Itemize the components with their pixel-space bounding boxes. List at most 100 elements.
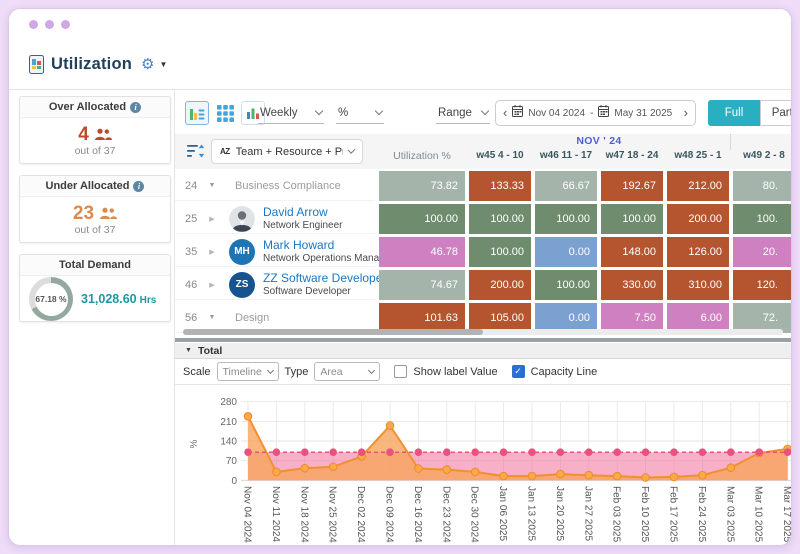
info-icon[interactable]: i [133,180,145,192]
view-grid-button[interactable] [213,101,237,125]
week-value-cell: 100. [733,204,791,234]
capacity-point [727,448,735,456]
range-select[interactable]: Range [436,102,490,124]
date-separator: - [590,107,594,119]
data-point [527,471,537,481]
x-tick-label: Nov 18 2024 [298,486,309,543]
settings-gear-icon[interactable]: ⚙ [141,57,154,72]
x-tick-label: Nov 04 2024 [242,486,253,543]
date-from[interactable]: Nov 04 2024 [528,108,585,119]
x-tick-label: Mar 03 2025 [724,486,735,543]
capacity-point [301,448,309,456]
x-tick-label: Dec 23 2024 [440,486,451,543]
resource-name-link[interactable]: David Arrow [263,205,328,219]
resource-name-link[interactable]: ZZ Software Developer [263,271,386,285]
month-header: NOV ' 24 [576,135,622,147]
type-value: Area [320,365,343,378]
chevron-down-icon [314,106,324,116]
period-select[interactable]: Weekly [258,102,324,124]
group-name: Business Compliance [235,179,341,192]
expander-icon[interactable]: ▼ [199,182,225,189]
scale-select[interactable]: Timeline [216,362,279,381]
summary-sidebar: Over Allocated i 4 out of 37 Under Alloc… [19,96,171,333]
unit-value: % [338,106,349,119]
utilization-cell: 46.78 [379,237,465,267]
calendar-icon[interactable] [512,104,524,122]
capacity-point [329,448,337,456]
utilization-cell: 74.67 [379,270,465,300]
sort-lines-icon[interactable] [187,144,205,163]
data-point [584,470,594,480]
capacity-line-checkbox[interactable]: ✓ [511,365,525,378]
resource-info: Mark Howard Network Operations Manager [263,239,394,265]
week-value-cell: 100.00 [469,204,531,234]
x-tick-label: Mar 10 2025 [753,486,764,543]
calendar-icon[interactable] [598,104,610,122]
grouping-select[interactable]: AZ Team + Resource + Proj... [211,139,363,164]
info-icon[interactable]: i [130,101,142,113]
window-dots [29,20,70,29]
expander-icon[interactable]: ▶ [199,281,225,289]
chevron-down-icon [266,366,274,375]
week-value-cell: 100.00 [469,237,531,267]
scrollbar-thumb[interactable] [183,329,483,335]
next-period-button[interactable]: › [684,101,688,125]
x-tick-label: Feb 24 2025 [696,486,707,543]
row-left-pane: 35 ▶ MH Mark Howard Network Operations Manag… [175,237,394,267]
week-value-cell: 200.00 [469,270,531,300]
week-value-cell: 100.00 [535,204,597,234]
y-tick-label: 70 [226,456,238,467]
capacity-point [556,448,565,456]
data-point [726,463,736,472]
window-dot [29,20,38,29]
type-select[interactable]: Area [314,362,381,381]
sort-az-icon: AZ [220,147,230,156]
data-point [556,469,565,479]
week-value-cell: 126.00 [667,237,729,267]
collapse-caret-icon[interactable]: ▼ [185,347,192,354]
date-range-picker: ‹ Nov 04 2024 - May 31 2025 › [495,100,696,126]
y-axis-label: % [189,439,200,448]
data-point [641,473,650,482]
expander-icon[interactable]: ▼ [199,314,225,321]
show-label-checkbox[interactable] [394,365,408,378]
window-dot [45,20,54,29]
week-value-cell: 100.00 [601,204,663,234]
week-value-cell: 148.00 [601,237,663,267]
capacity-point [443,448,451,456]
week-value-cell: 310.00 [667,270,729,300]
x-tick-label: Dec 09 2024 [384,486,395,543]
settings-caret-icon[interactable]: ▼ [159,60,167,69]
expander-icon[interactable]: ▶ [199,248,225,256]
resource-role: Network Engineer [263,219,343,231]
date-to[interactable]: May 31 2025 [614,108,672,119]
data-point [612,471,622,481]
prev-period-button[interactable]: ‹ [503,101,507,125]
chevron-down-icon [347,146,356,154]
people-icon [100,207,118,220]
x-tick-label: Feb 03 2025 [611,486,622,543]
period-value: Weekly [260,106,298,119]
under-allocated-card: Under Allocated i 23 out of 37 [19,175,171,243]
table-row: 46 ▶ ZS ZZ Software Developer Software Devel… [175,270,791,300]
horizontal-scrollbar[interactable] [183,329,783,335]
unit-select[interactable]: % [336,102,384,124]
show-label-label: Show label Value [413,365,498,378]
expander-icon[interactable]: ▶ [199,215,225,223]
partial-toggle-button[interactable]: Partial [760,100,791,126]
resource-name-link[interactable]: Mark Howard [263,238,334,252]
view-chart-list-button[interactable] [185,101,209,125]
full-toggle-button[interactable]: Full [708,100,760,126]
capacity-point [272,448,281,456]
data-point [414,464,423,473]
page-header: Utilization ⚙ ▼ [29,51,167,77]
chart-controls: Scale Timeline Type Area Show label Valu… [175,359,791,385]
data-point [698,470,707,480]
total-panel-header[interactable]: ▼ Total [175,343,791,359]
resource-role: Software Developer [263,285,351,297]
panel-splitter[interactable] [175,338,791,342]
week-value-cell: 0.00 [535,237,597,267]
week-value-cell: 200.00 [667,204,729,234]
x-tick-label: Nov 25 2024 [327,486,338,543]
week-value-cell: 100.00 [535,270,597,300]
